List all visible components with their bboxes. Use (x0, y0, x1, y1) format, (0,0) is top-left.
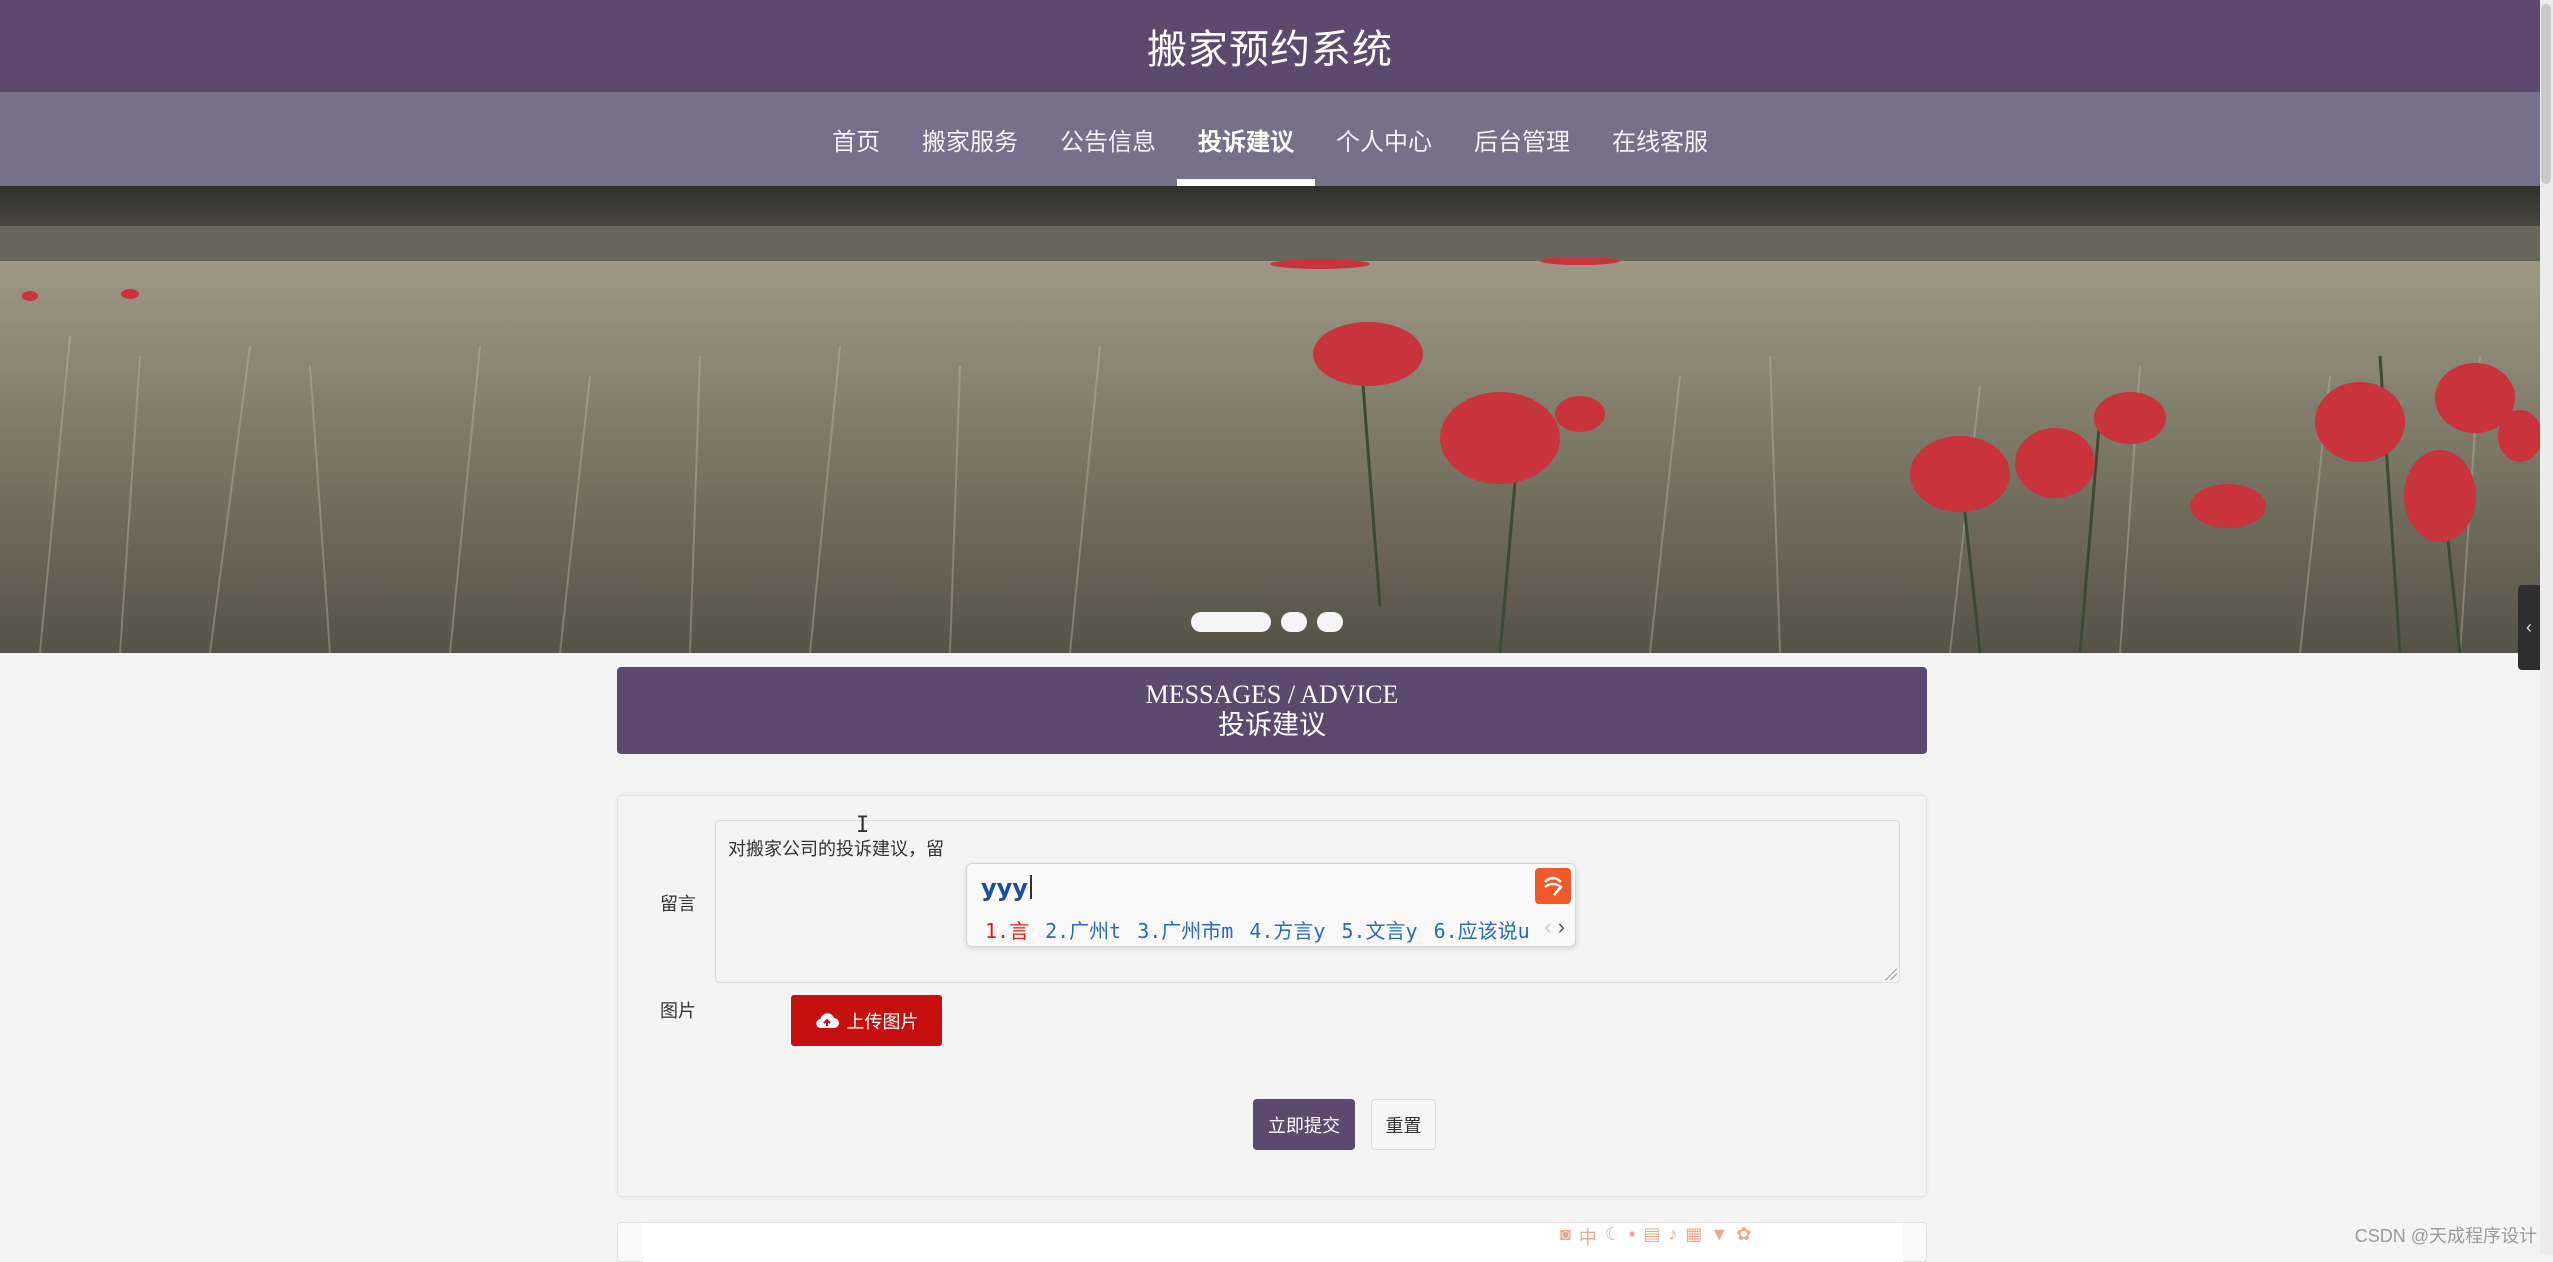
ime-page-arrows: ‹ › (1544, 914, 1565, 940)
hero-banner (0, 186, 2540, 653)
voice-icon[interactable]: ♪ (1668, 1224, 1677, 1250)
settings-icon[interactable]: ✿ (1736, 1224, 1751, 1250)
main-nav: 首页 搬家服务 公告信息 投诉建议 个人中心 后台管理 在线客服 (0, 92, 2540, 186)
ime-next-page-icon[interactable]: › (1558, 914, 1565, 939)
chevron-left-icon: ‹ (2526, 617, 2532, 638)
site-title: 搬家预约系统 (0, 0, 2540, 92)
chinese-mode-icon[interactable]: 中 (1579, 1224, 1597, 1250)
keyboard-icon[interactable]: ▤ (1643, 1224, 1660, 1250)
nav-item-admin[interactable]: 后台管理 (1453, 92, 1591, 186)
upload-button-label: 上传图片 (847, 1008, 919, 1034)
skin-icon[interactable]: ▼ (1710, 1224, 1728, 1250)
nav-item-announcements[interactable]: 公告信息 (1039, 92, 1177, 186)
ime-candidate-popup: yyy 1.言 2.广州t 3.广州市m 4.方言y 5.文言y 6.应该说u … (966, 863, 1576, 947)
carousel-dot-2[interactable] (1281, 612, 1307, 632)
nav-item-online-service[interactable]: 在线客服 (1591, 92, 1729, 186)
grid-icon[interactable]: ▦ (1685, 1224, 1702, 1250)
message-label: 留言 (660, 890, 696, 916)
side-panel-toggle[interactable]: ‹ (2518, 585, 2540, 670)
section-title-en: MESSAGES / ADVICE (617, 681, 1927, 709)
watermark: CSDN @天成程序设计 (2355, 1222, 2537, 1248)
resize-handle[interactable] (1885, 968, 1897, 980)
submit-button[interactable]: 立即提交 (1253, 1099, 1355, 1150)
nav-item-home[interactable]: 首页 (811, 92, 901, 186)
ime-candidate-4[interactable]: 4.方言y (1249, 915, 1325, 944)
reset-button[interactable]: 重置 (1371, 1099, 1436, 1150)
sogou-logo-icon[interactable]: ◙ (1560, 1224, 1571, 1250)
message-text: 对搬家公司的投诉建议，留 (728, 839, 944, 859)
page-scrollbar[interactable] (2540, 0, 2553, 1254)
cloud-upload-icon (815, 1011, 839, 1031)
upload-image-button[interactable]: 上传图片 (791, 995, 942, 1046)
carousel-indicators (1191, 612, 1343, 632)
carousel-dot-3[interactable] (1317, 612, 1343, 632)
section-title-cn: 投诉建议 (617, 709, 1927, 741)
ime-candidate-3[interactable]: 3.广州市m (1137, 915, 1233, 944)
section-header: MESSAGES / ADVICE 投诉建议 (617, 667, 1927, 754)
carousel-dot-1[interactable] (1191, 612, 1271, 632)
poppy-field-image (0, 186, 2540, 653)
ime-toolbar: ◙ 中 ☾ • ▤ ♪ ▦ ▼ ✿ (1560, 1224, 1751, 1250)
sogou-logo-icon[interactable] (1535, 868, 1571, 904)
ime-candidate-5[interactable]: 5.文言y (1341, 915, 1417, 944)
nav-item-complaints[interactable]: 投诉建议 (1177, 92, 1315, 186)
ime-candidates: 1.言 2.广州t 3.广州市m 4.方言y 5.文言y 6.应该说u (985, 915, 1530, 944)
ime-candidate-2[interactable]: 2.广州t (1045, 915, 1121, 944)
ime-composition: yyy (981, 874, 1032, 902)
ime-candidate-1[interactable]: 1.言 (985, 915, 1029, 944)
nav-item-personal-center[interactable]: 个人中心 (1315, 92, 1453, 186)
text-cursor-icon: I (856, 813, 869, 838)
ime-prev-page-icon[interactable]: ‹ (1544, 914, 1551, 939)
moon-icon[interactable]: ☾ (1605, 1224, 1621, 1250)
nav-item-moving-service[interactable]: 搬家服务 (901, 92, 1039, 186)
punctuation-icon[interactable]: • (1629, 1224, 1635, 1250)
scrollbar-thumb[interactable] (2541, 4, 2551, 184)
image-label: 图片 (660, 997, 696, 1023)
ime-candidate-6[interactable]: 6.应该说u (1434, 915, 1530, 944)
